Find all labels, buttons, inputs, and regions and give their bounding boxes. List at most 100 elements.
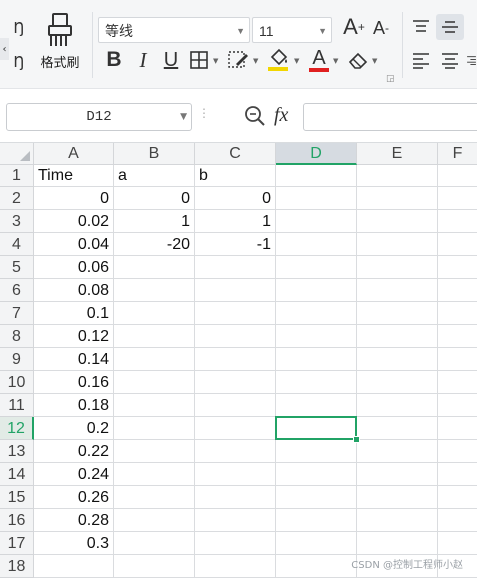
cell-c10[interactable] [195,371,276,394]
cell-f16[interactable] [438,509,477,532]
cell-f8[interactable] [438,325,477,348]
cell-b8[interactable] [114,325,195,348]
cell-a12[interactable]: 0.2 [34,417,114,440]
align-center-icon[interactable] [436,47,464,73]
cell-b16[interactable] [114,509,195,532]
cell-d7[interactable] [276,302,357,325]
shrink-font-button[interactable]: A- [368,15,394,41]
cell-b10[interactable] [114,371,195,394]
cell-b6[interactable] [114,279,195,302]
cell-a16[interactable]: 0.28 [34,509,114,532]
underline-button[interactable]: U [158,46,184,74]
cell-a8[interactable]: 0.12 [34,325,114,348]
cell-f15[interactable] [438,486,477,509]
row-header[interactable]: 9 [0,348,34,371]
row-header[interactable]: 2 [0,187,34,210]
align-right-icon[interactable] [466,47,477,73]
cell-d4[interactable] [276,233,357,256]
cell-c8[interactable] [195,325,276,348]
cell-e16[interactable] [357,509,438,532]
cell-d12[interactable] [276,417,357,440]
cell-f13[interactable] [438,440,477,463]
cell-e8[interactable] [357,325,438,348]
cell-a11[interactable]: 0.18 [34,394,114,417]
cell-b11[interactable] [114,394,195,417]
cell-b1[interactable]: a [114,165,195,187]
cell-f4[interactable] [438,233,477,256]
row-header[interactable]: 15 [0,486,34,509]
cell-e3[interactable] [357,210,438,233]
cell-c18[interactable] [195,555,276,578]
cell-d11[interactable] [276,394,357,417]
cell-c4[interactable]: -1 [195,233,276,256]
row-header[interactable]: 17 [0,532,34,555]
align-top-icon[interactable] [408,14,434,40]
cell-e2[interactable] [357,187,438,210]
column-header-b[interactable]: B [114,143,195,165]
format-painter-icon[interactable] [36,10,84,50]
font-color-button[interactable]: A [305,44,333,72]
row-header[interactable]: 14 [0,463,34,486]
cell-f12[interactable] [438,417,477,440]
cell-d6[interactable] [276,279,357,302]
cell-b9[interactable] [114,348,195,371]
cell-d18[interactable] [276,555,357,578]
cell-e5[interactable] [357,256,438,279]
paste-partial-label-top[interactable]: Ŋ [12,18,26,38]
row-header[interactable]: 16 [0,509,34,532]
cell-b3[interactable]: 1 [114,210,195,233]
insert-function-fx-icon[interactable]: fx [274,104,288,127]
cell-f5[interactable] [438,256,477,279]
cell-e17[interactable] [357,532,438,555]
cell-e11[interactable] [357,394,438,417]
cell-d1[interactable] [276,165,357,187]
cell-f11[interactable] [438,394,477,417]
cell-b7[interactable] [114,302,195,325]
eraser-icon[interactable] [344,47,372,73]
row-header[interactable]: 10 [0,371,34,394]
row-header[interactable]: 7 [0,302,34,325]
cell-c16[interactable] [195,509,276,532]
cell-a2[interactable]: 0 [34,187,114,210]
cell-f1[interactable] [438,165,477,187]
zoom-search-icon[interactable] [244,105,266,129]
cell-f3[interactable] [438,210,477,233]
font-size-select[interactable]: 11 ▼ [252,17,332,43]
cell-d17[interactable] [276,532,357,555]
cell-b14[interactable] [114,463,195,486]
cell-a10[interactable]: 0.16 [34,371,114,394]
cell-style-dropdown-icon[interactable]: ▼ [253,57,258,65]
cell-c15[interactable] [195,486,276,509]
cell-f17[interactable] [438,532,477,555]
cell-style-icon[interactable] [224,47,252,73]
cell-e4[interactable] [357,233,438,256]
select-all-corner[interactable] [0,143,34,165]
cell-f10[interactable] [438,371,477,394]
cell-b13[interactable] [114,440,195,463]
grow-font-button[interactable]: A + [340,13,368,41]
cell-c17[interactable] [195,532,276,555]
cell-a17[interactable]: 0.3 [34,532,114,555]
column-header-f[interactable]: F [438,143,477,165]
row-header[interactable]: 1 [0,165,34,187]
row-header[interactable]: 6 [0,279,34,302]
cell-d3[interactable] [276,210,357,233]
cell-f6[interactable] [438,279,477,302]
cell-f7[interactable] [438,302,477,325]
cell-e9[interactable] [357,348,438,371]
row-header[interactable]: 3 [0,210,34,233]
cell-e12[interactable] [357,417,438,440]
font-color-dropdown-icon[interactable]: ▼ [333,57,338,65]
cell-a18[interactable] [34,555,114,578]
cell-d13[interactable] [276,440,357,463]
cell-e6[interactable] [357,279,438,302]
row-header[interactable]: 13 [0,440,34,463]
name-box[interactable]: D12 ▼ [6,103,192,131]
column-header-c[interactable]: C [195,143,276,165]
cell-a5[interactable]: 0.06 [34,256,114,279]
column-header-e[interactable]: E [357,143,438,165]
cell-c1[interactable]: b [195,165,276,187]
cell-c3[interactable]: 1 [195,210,276,233]
format-painter-label[interactable]: 格式刷 [36,52,84,71]
row-header[interactable]: 12 [0,417,34,440]
